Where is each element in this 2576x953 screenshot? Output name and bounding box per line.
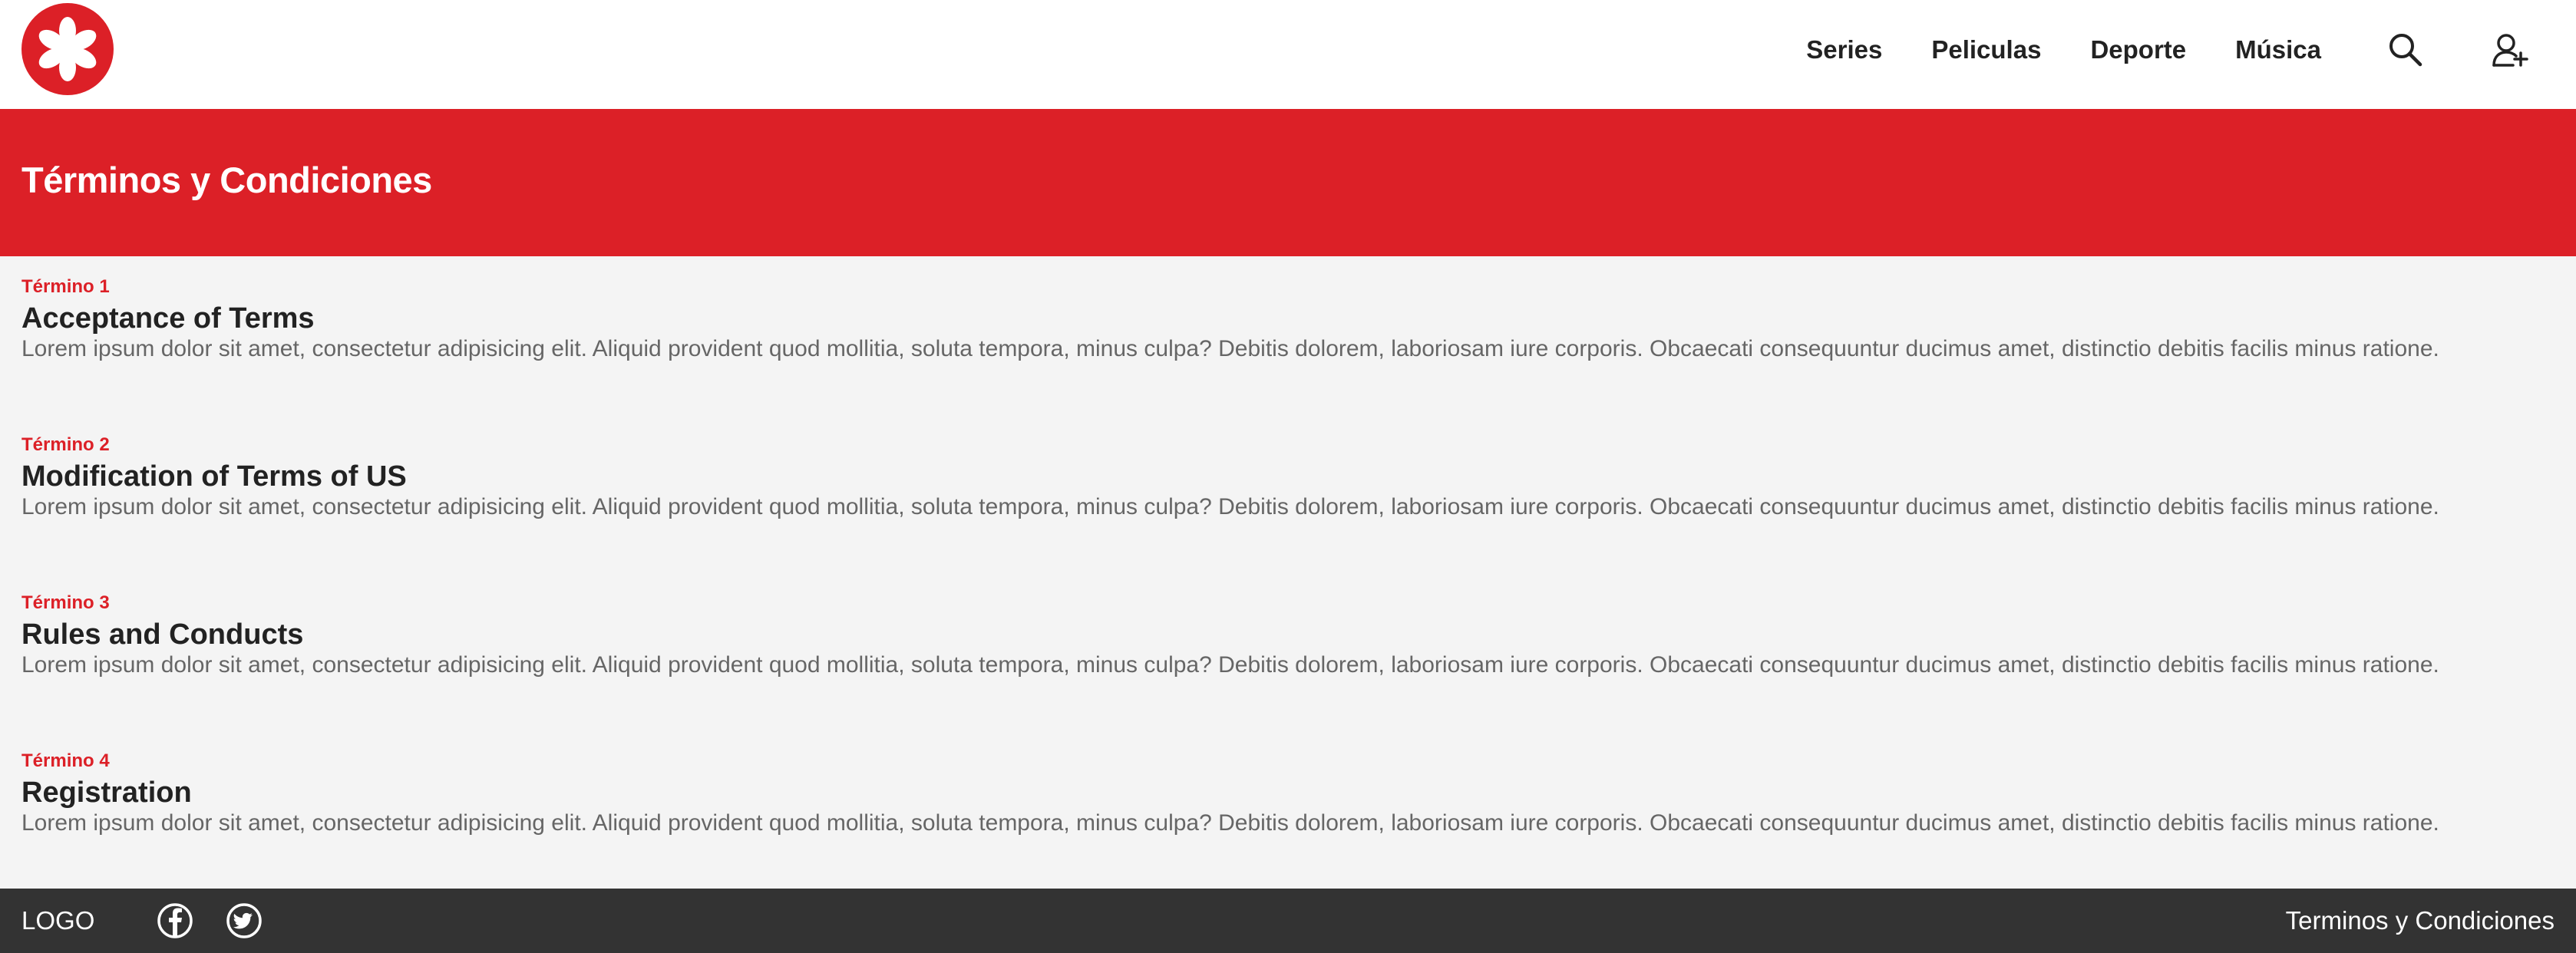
- nav-peliculas[interactable]: Peliculas: [1931, 35, 2041, 64]
- term-item: Término 2 Modification of Terms of US Lo…: [21, 431, 2555, 589]
- footer-logo[interactable]: LOGO: [21, 907, 94, 935]
- terms-list: Término 1 Acceptance of Terms Lorem ipsu…: [21, 273, 2555, 905]
- term-heading: Rules and Conducts: [21, 618, 304, 651]
- site-footer: LOGO Terminos y Condiciones: [0, 889, 2576, 953]
- facebook-icon[interactable]: [157, 902, 193, 939]
- page-title: Términos y Condiciones: [21, 160, 432, 200]
- nav-deporte[interactable]: Deporte: [2090, 35, 2186, 64]
- term-label: Término 1: [21, 276, 110, 297]
- term-item: Término 1 Acceptance of Terms Lorem ipsu…: [21, 273, 2555, 431]
- term-text: Lorem ipsum dolor sit amet, consectetur …: [21, 652, 2439, 678]
- term-heading: Modification of Terms of US: [21, 460, 407, 493]
- term-text: Lorem ipsum dolor sit amet, consectetur …: [21, 810, 2439, 836]
- nav-musica[interactable]: Música: [2235, 35, 2321, 64]
- term-heading: Acceptance of Terms: [21, 302, 315, 335]
- term-heading: Registration: [21, 777, 192, 809]
- term-text: Lorem ipsum dolor sit amet, consectetur …: [21, 336, 2439, 361]
- add-user-icon[interactable]: [2490, 30, 2530, 70]
- footer-terms-link[interactable]: Terminos y Condiciones: [2286, 907, 2555, 935]
- term-text: Lorem ipsum dolor sit amet, consectetur …: [21, 494, 2439, 519]
- term-item: Término 4 Registration Lorem ipsum dolor…: [21, 747, 2555, 905]
- twitter-icon[interactable]: [226, 902, 263, 939]
- site-header: Series Peliculas Deporte Música: [0, 0, 2576, 109]
- search-icon[interactable]: [2386, 30, 2426, 70]
- term-item: Término 3 Rules and Conducts Lorem ipsum…: [21, 589, 2555, 747]
- term-label: Término 2: [21, 434, 110, 455]
- flower-logo-icon[interactable]: [21, 3, 114, 95]
- nav-series[interactable]: Series: [1806, 35, 1882, 64]
- hero-banner: Términos y Condiciones: [0, 109, 2576, 256]
- term-label: Término 4: [21, 750, 110, 771]
- main-nav: Series Peliculas Deporte Música: [1757, 0, 2576, 100]
- term-label: Término 3: [21, 592, 110, 613]
